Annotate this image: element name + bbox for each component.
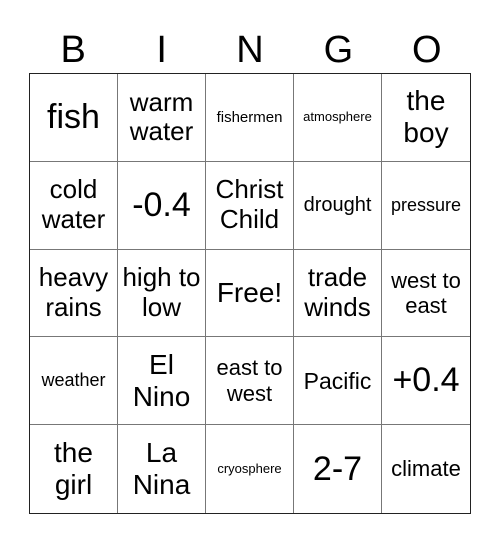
- header-letter: I: [156, 29, 167, 71]
- bingo-cell: drought: [294, 161, 382, 250]
- bingo-cell: cold water: [30, 161, 118, 250]
- bingo-cell: Pacific: [294, 337, 382, 426]
- bingo-cell: the boy: [382, 74, 470, 162]
- bingo-cell: weather: [30, 337, 118, 426]
- bingo-cell: high to low: [118, 249, 206, 338]
- bingo-grid: fish warm water fishermen atmosphere the…: [29, 73, 471, 514]
- bingo-cell: fish: [30, 74, 118, 162]
- header-letter: B: [60, 29, 86, 71]
- bingo-cell: atmosphere: [294, 74, 382, 162]
- bingo-cell: La Nina: [118, 425, 206, 513]
- header-letter: N: [236, 29, 264, 71]
- bingo-cell: climate: [391, 456, 461, 482]
- bingo-cell: cryosphere: [206, 425, 294, 513]
- bingo-cell: the girl: [30, 425, 118, 513]
- bingo-cell: El Nino: [118, 337, 206, 426]
- bingo-cell: pressure: [382, 162, 470, 250]
- bingo-cell: trade winds: [294, 249, 382, 338]
- bingo-cell: +0.4: [382, 337, 470, 426]
- bingo-cell: west to east: [382, 250, 470, 338]
- header-letter: O: [412, 29, 442, 71]
- free-space: Free!: [206, 249, 294, 338]
- bingo-cell: Christ Child: [206, 161, 294, 250]
- bingo-cell: 2-7: [294, 425, 382, 513]
- header-letter: G: [323, 29, 354, 71]
- bingo-cell: east to west: [206, 337, 294, 426]
- bingo-header: B I N G O: [29, 24, 471, 76]
- bingo-cell: heavy rains: [30, 249, 118, 338]
- bingo-cell: -0.4: [118, 161, 206, 250]
- bingo-cell: warm water: [118, 74, 206, 162]
- bingo-cell: fishermen: [206, 74, 294, 162]
